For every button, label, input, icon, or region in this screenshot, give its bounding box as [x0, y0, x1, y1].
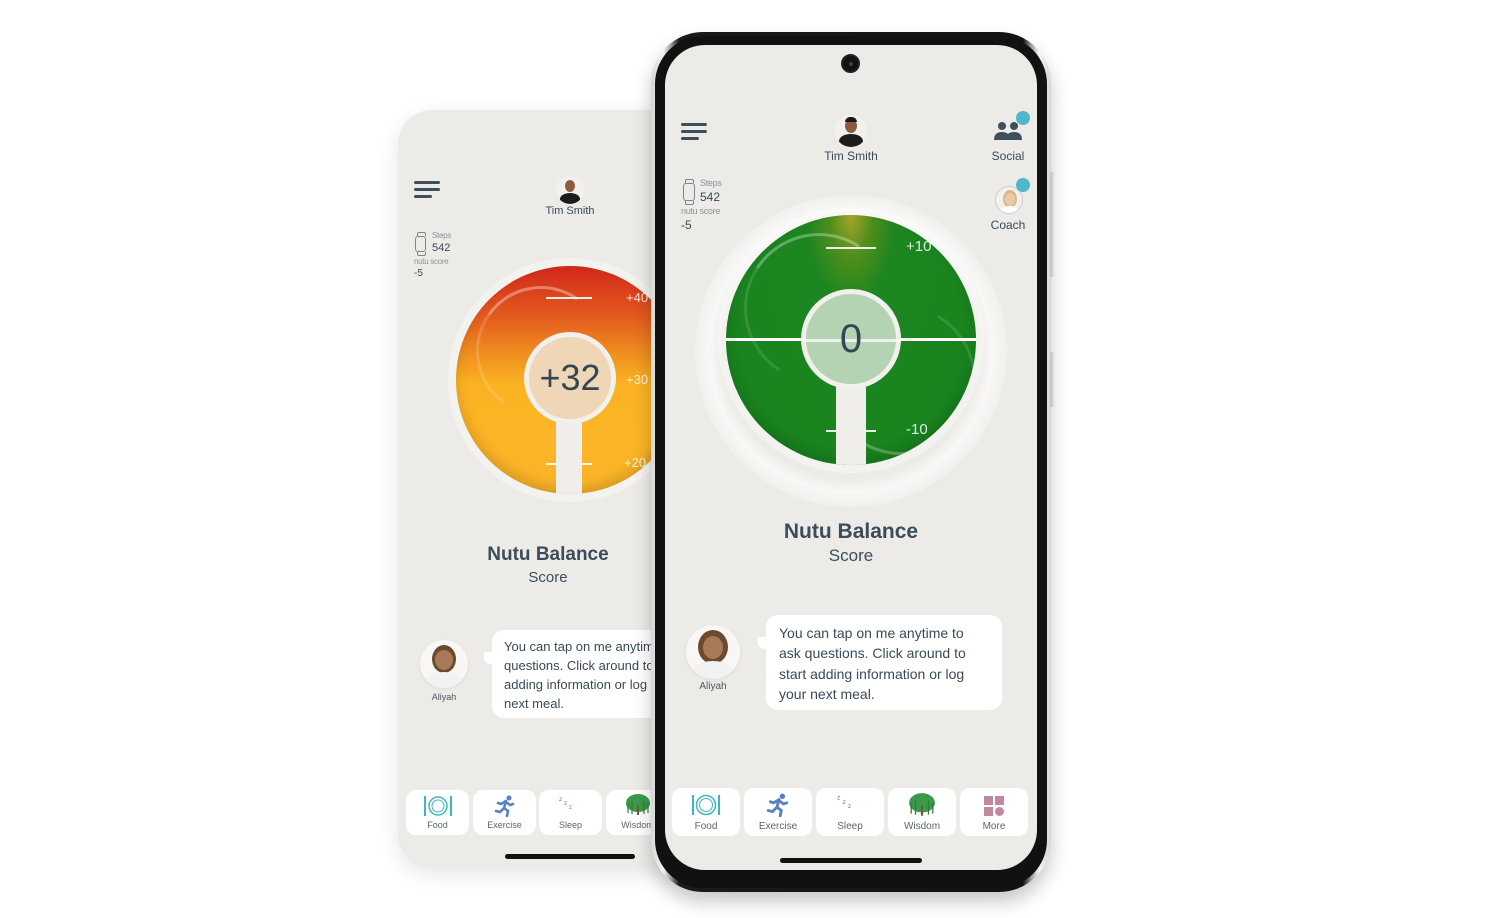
tick-label: +10	[906, 238, 932, 255]
menu-icon[interactable]	[681, 123, 707, 141]
nav-label: More	[982, 821, 1006, 832]
page-title: Nutu Balance	[783, 520, 919, 543]
nav-label: Sleep	[558, 820, 583, 830]
score-value: 0	[839, 316, 863, 361]
nav-exercise[interactable]: Exercise	[744, 788, 812, 836]
nutu-score-value: -5	[414, 268, 423, 279]
watch-icon	[683, 179, 695, 205]
nav-label: Sleep	[837, 821, 863, 832]
nav-sleep[interactable]: zzz Sleep	[816, 788, 884, 836]
svg-text:z: z	[837, 795, 840, 802]
coach-label: Coach	[990, 218, 1026, 232]
steps-label: Steps	[700, 178, 722, 188]
svg-text:z: z	[559, 797, 562, 803]
sleep-icon: zzz	[559, 797, 581, 816]
gauge-stem	[556, 416, 582, 494]
home-indicator[interactable]	[505, 854, 635, 859]
wisdom-icon	[909, 793, 935, 816]
balance-gauge[interactable]: +10 -10 0	[726, 215, 976, 465]
tick-label: +40	[626, 290, 649, 305]
nav-sleep[interactable]: zzz Sleep	[539, 790, 602, 835]
assistant-avatar[interactable]	[420, 640, 468, 688]
tick-mark	[546, 297, 592, 299]
front-phone-screen: Tim Smith Social Coach Steps 542 nutu sc…	[665, 45, 1037, 870]
nutu-score-label: nutu score	[414, 257, 449, 266]
social-button[interactable]: Social	[983, 111, 1033, 167]
tick-mark	[826, 247, 876, 249]
assistant-message-text: You can tap on me anytime to ask questio…	[779, 625, 966, 702]
wisdom-icon	[625, 794, 650, 815]
nav-exercise[interactable]: Exercise	[473, 790, 536, 835]
svg-text:z: z	[569, 805, 572, 811]
user-name: Tim Smith	[824, 149, 878, 163]
home-indicator[interactable]	[780, 858, 922, 863]
tick-label: -10	[906, 421, 928, 438]
power-button	[1050, 352, 1055, 407]
nutu-score-label: nutu score	[681, 206, 721, 216]
assistant-name: Aliyah	[699, 681, 727, 692]
more-icon	[984, 796, 1004, 816]
camera-icon	[841, 54, 860, 73]
nav-more[interactable]: More	[960, 788, 1028, 836]
watch-icon	[415, 232, 426, 256]
user-avatar[interactable]	[835, 115, 867, 147]
nutu-score-value: -5	[681, 218, 692, 232]
assistant-name: Aliyah	[431, 692, 457, 702]
coach-button[interactable]: Coach	[983, 178, 1033, 236]
food-icon	[423, 796, 452, 816]
food-icon	[692, 794, 720, 816]
score-display: +32	[524, 332, 616, 424]
nav-label: Exercise	[758, 821, 798, 832]
nav-label: Exercise	[487, 820, 522, 830]
exercise-icon	[766, 793, 789, 817]
menu-icon[interactable]	[414, 181, 440, 199]
volume-button	[1050, 172, 1055, 277]
nav-label: Food	[694, 821, 718, 832]
balance-gauge[interactable]: +40 +30 +20 +32	[456, 266, 684, 494]
svg-text:z: z	[842, 799, 845, 806]
steps-value: 542	[700, 190, 721, 204]
nav-label: Wisdom	[903, 821, 941, 832]
nav-food[interactable]: Food	[406, 790, 469, 835]
page-subtitle: Score	[828, 546, 874, 565]
assistant-avatar[interactable]	[686, 625, 740, 679]
social-label: Social	[991, 149, 1025, 163]
tick-label: +20	[624, 455, 647, 470]
svg-text:z: z	[564, 801, 567, 807]
nav-food[interactable]: Food	[672, 788, 740, 836]
notification-badge	[1016, 178, 1030, 192]
user-name: Tim Smith	[545, 205, 595, 217]
user-avatar[interactable]	[556, 176, 584, 204]
svg-text:z: z	[848, 803, 851, 810]
steps-label: Steps	[432, 231, 451, 240]
steps-value: 542	[432, 242, 451, 254]
notification-badge	[1016, 111, 1030, 125]
nav-label: Food	[427, 820, 448, 830]
nav-wisdom[interactable]: Wisdom	[888, 788, 956, 836]
exercise-icon	[494, 795, 514, 817]
assistant-message[interactable]: You can tap on me anytime to ask questio…	[766, 615, 1002, 710]
score-display: 0	[801, 289, 901, 389]
tick-label: +30	[626, 372, 649, 387]
sleep-icon: zzz	[837, 795, 862, 816]
